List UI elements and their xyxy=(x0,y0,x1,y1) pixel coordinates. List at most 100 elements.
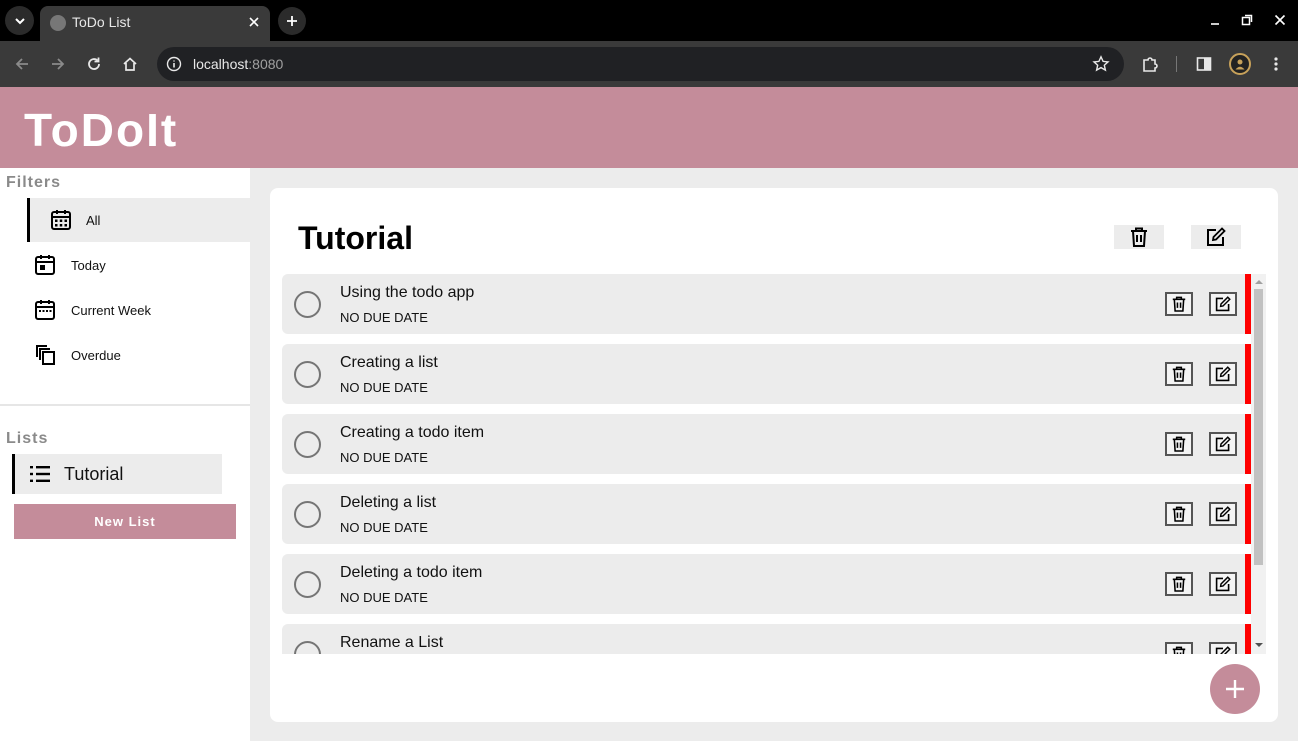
todo-complete-checkbox[interactable] xyxy=(294,291,321,318)
scroll-thumb[interactable] xyxy=(1254,289,1263,565)
todo-complete-checkbox[interactable] xyxy=(294,361,321,388)
todo-complete-checkbox[interactable] xyxy=(294,501,321,528)
scrollbar[interactable] xyxy=(1251,274,1266,654)
reload-button[interactable] xyxy=(83,53,105,75)
browser-tab-bar: ToDo List xyxy=(0,0,1298,41)
filter-label: Overdue xyxy=(71,347,121,363)
back-button[interactable] xyxy=(11,53,33,75)
delete-list-button[interactable] xyxy=(1114,225,1164,249)
list-title: Tutorial xyxy=(298,220,413,256)
edit-icon xyxy=(1215,576,1231,592)
edit-todo-button[interactable] xyxy=(1209,642,1237,654)
edit-todo-button[interactable] xyxy=(1209,362,1237,386)
filter-item-today[interactable]: Today xyxy=(27,243,250,287)
filter-item-current-week[interactable]: Current Week xyxy=(27,288,250,332)
trash-icon xyxy=(1131,227,1147,247)
todo-complete-checkbox[interactable] xyxy=(294,641,321,654)
delete-todo-button[interactable] xyxy=(1165,432,1193,456)
todo-list[interactable]: Using the todo app NO DUE DATE Creating a … xyxy=(282,274,1266,654)
tab-search-button[interactable] xyxy=(5,6,34,35)
todo-item[interactable]: Rename a ListNO DUE DATE xyxy=(282,624,1251,654)
forward-button[interactable] xyxy=(47,53,69,75)
new-tab-button[interactable] xyxy=(278,7,306,35)
tab-close-button[interactable] xyxy=(246,14,262,30)
arrow-left-icon xyxy=(15,58,28,70)
edit-todo-button[interactable] xyxy=(1209,432,1237,456)
edit-icon xyxy=(1215,506,1231,522)
todo-item[interactable]: Creating a list NO DUE DATE xyxy=(282,344,1251,404)
todo-item[interactable]: Creating a todo item NO DUE DATE xyxy=(282,414,1251,474)
todo-item[interactable]: Deleting a list NO DUE DATE xyxy=(282,484,1251,544)
todo-due-date: NO DUE DATE xyxy=(340,380,428,395)
browser-tab[interactable]: ToDo List xyxy=(40,6,270,41)
trash-icon xyxy=(1172,366,1186,382)
restore-icon xyxy=(1241,14,1253,26)
minimize-button[interactable] xyxy=(1207,12,1223,28)
restore-button[interactable] xyxy=(1239,12,1255,28)
delete-todo-button[interactable] xyxy=(1165,642,1193,654)
trash-icon xyxy=(1172,576,1186,592)
browser-menu-button[interactable] xyxy=(1265,53,1287,75)
home-icon xyxy=(123,57,137,71)
edit-icon xyxy=(1215,366,1231,382)
todo-title: Deleting a list xyxy=(340,494,437,511)
home-button[interactable] xyxy=(119,53,141,75)
edit-icon xyxy=(1215,296,1231,312)
tab-title: ToDo List xyxy=(72,14,131,30)
calendar-grid-icon xyxy=(51,210,71,230)
more-vertical-icon xyxy=(1274,57,1278,71)
avatar-icon xyxy=(1235,59,1245,70)
site-info-icon[interactable] xyxy=(165,55,183,73)
new-list-button[interactable]: New List xyxy=(14,504,236,539)
todo-due-date: NO DUE DATE xyxy=(340,590,428,605)
edit-todo-button[interactable] xyxy=(1209,502,1237,526)
address-bar[interactable]: localhost:8080 xyxy=(157,47,1124,81)
edit-todo-button[interactable] xyxy=(1209,572,1237,596)
todo-complete-checkbox[interactable] xyxy=(294,571,321,598)
edit-list-button[interactable] xyxy=(1191,225,1241,249)
lists-title: Lists xyxy=(6,430,49,447)
extensions-button[interactable] xyxy=(1139,53,1161,75)
sidebar: Filters All Today Current Week Overdue L… xyxy=(0,168,250,741)
edit-icon xyxy=(1207,227,1226,246)
chevron-down-icon xyxy=(14,17,25,24)
app-header: ToDoIt xyxy=(0,87,1298,168)
delete-todo-button[interactable] xyxy=(1165,572,1193,596)
close-window-button[interactable] xyxy=(1272,12,1288,28)
todo-title: Creating a list xyxy=(340,354,438,371)
profile-avatar[interactable] xyxy=(1229,53,1251,75)
todo-complete-checkbox[interactable] xyxy=(294,431,321,458)
todo-due-date: NO DUE DATE xyxy=(340,310,428,325)
trash-icon xyxy=(1172,436,1186,452)
plus-icon xyxy=(287,16,297,26)
trash-icon xyxy=(1172,646,1186,654)
arrow-right-icon xyxy=(52,58,65,70)
edit-todo-button[interactable] xyxy=(1209,292,1237,316)
edit-icon xyxy=(1215,646,1231,654)
list-card: Tutorial Using the todo app NO DUE DATE Cr… xyxy=(270,188,1278,722)
delete-todo-button[interactable] xyxy=(1165,292,1193,316)
stacked-pages-icon xyxy=(36,345,55,365)
side-panel-icon xyxy=(1196,57,1212,71)
close-icon xyxy=(1274,14,1286,26)
todo-item[interactable]: Using the todo app NO DUE DATE xyxy=(282,274,1251,334)
delete-todo-button[interactable] xyxy=(1165,362,1193,386)
filters-title: Filters xyxy=(6,174,62,191)
todo-item[interactable]: Deleting a todo item NO DUE DATE xyxy=(282,554,1251,614)
toolbar-separator xyxy=(1176,56,1177,72)
minimize-icon xyxy=(1211,23,1219,25)
filter-item-overdue[interactable]: Overdue xyxy=(27,333,250,377)
sidebar-item-tutorial[interactable]: Tutorial xyxy=(12,454,222,494)
bookmark-star-icon[interactable] xyxy=(1092,55,1110,73)
delete-todo-button[interactable] xyxy=(1165,502,1193,526)
trash-icon xyxy=(1172,506,1186,522)
side-panel-button[interactable] xyxy=(1193,53,1215,75)
scroll-down-arrow[interactable] xyxy=(1251,640,1266,650)
scroll-up-arrow[interactable] xyxy=(1251,277,1266,287)
filter-label: All xyxy=(86,212,101,228)
filter-item-all[interactable]: All xyxy=(27,198,250,242)
add-todo-button[interactable] xyxy=(1210,664,1260,714)
app-logo: ToDoIt xyxy=(24,104,179,156)
sidebar-divider xyxy=(0,404,250,406)
url-host: localhost xyxy=(193,56,249,72)
